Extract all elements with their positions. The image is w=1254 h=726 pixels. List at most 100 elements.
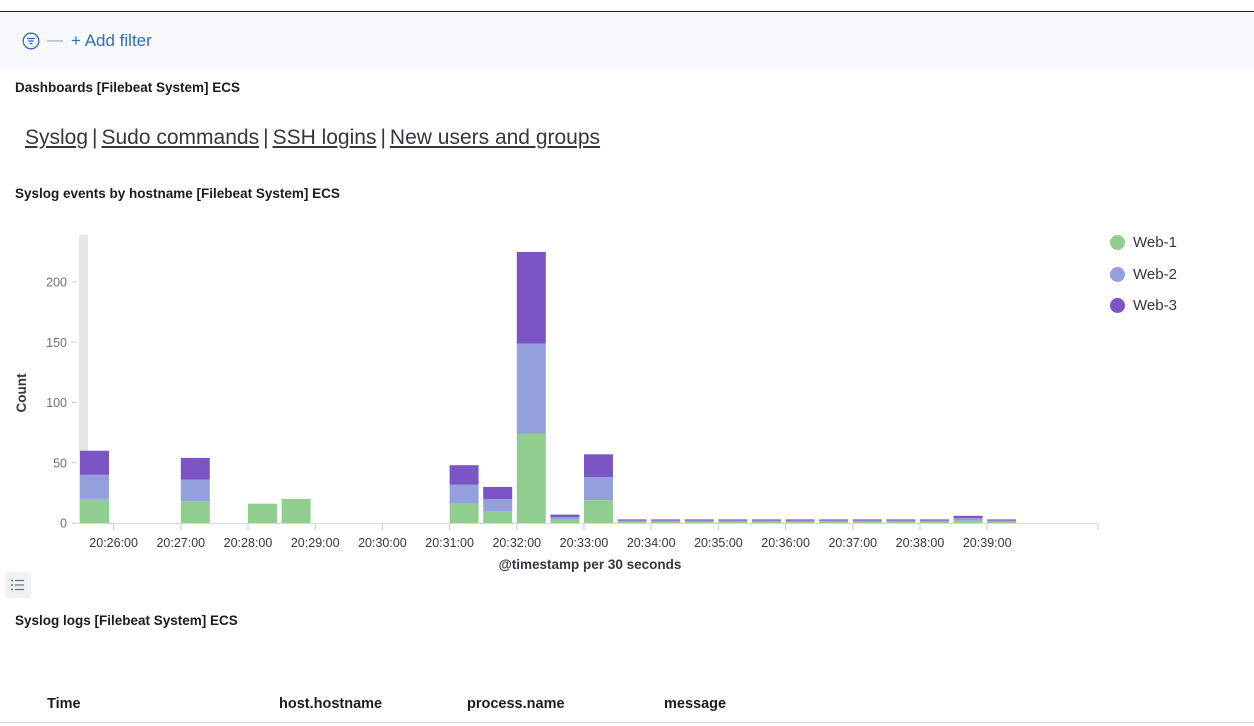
x-tick-label: 20:30:00	[358, 536, 407, 550]
x-tick-label: 20:32:00	[492, 536, 541, 550]
dashboards-panel-title: Dashboards [Filebeat System] ECS	[15, 80, 241, 95]
x-tick-label: 20:31:00	[425, 536, 474, 550]
x-tick-label: 20:39:00	[963, 536, 1012, 550]
chart-bar	[483, 498, 513, 511]
chart-bar	[516, 251, 546, 344]
legend-label: Web-3	[1133, 297, 1177, 315]
link-new-users-and-groups[interactable]: New users and groups	[390, 126, 600, 149]
table-divider	[0, 722, 1254, 723]
filter-separator: —	[47, 32, 63, 49]
legend-label: Web-2	[1133, 265, 1177, 283]
chart-bar	[449, 465, 479, 485]
logs-table-header: Time host.hostname process.name message	[0, 690, 1254, 720]
link-sudo-commands[interactable]: Sudo commands	[102, 126, 260, 149]
x-tick-label: 20:38:00	[896, 536, 945, 550]
chart-bar	[785, 521, 815, 523]
chart-bar	[920, 519, 949, 521]
legend-dot	[1110, 266, 1125, 282]
chart-bar	[550, 519, 580, 523]
chart-bar	[80, 450, 109, 475]
chart-bar	[684, 521, 714, 523]
chart-bar	[550, 514, 580, 517]
chart-bar	[886, 519, 916, 521]
legend-item-web-1[interactable]: Web-1	[1110, 227, 1177, 259]
chart-bar	[483, 510, 513, 523]
chart-bar	[180, 457, 210, 480]
chart-bar	[617, 520, 647, 522]
chart-bar	[516, 343, 546, 434]
x-tick-label: 20:33:00	[560, 536, 609, 550]
chart-bar	[248, 503, 277, 523]
dashboard-links: Syslog | Sudo commands | SSH logins | New user…	[25, 126, 600, 150]
chart-bar	[785, 520, 815, 522]
chart-bar	[819, 519, 849, 521]
chart-bar	[718, 519, 748, 521]
chart-bar	[852, 521, 882, 523]
legend-item-web-3[interactable]: Web-3	[1110, 290, 1177, 322]
chart-bar	[852, 519, 882, 521]
link-ssh-logins[interactable]: SSH logins	[273, 126, 377, 149]
chart-bar	[987, 520, 1017, 522]
column-header-host-hostname[interactable]: host.hostname	[279, 696, 382, 712]
chart-bar	[718, 520, 748, 522]
chart-bar	[651, 521, 681, 523]
chart-bar	[886, 521, 916, 523]
y-tick-label: 100	[46, 396, 67, 410]
chart-bar	[953, 520, 983, 523]
chart-bar	[920, 520, 949, 522]
chart-bar	[987, 521, 1017, 523]
chart-bar	[449, 503, 479, 523]
chart-bar	[651, 519, 681, 521]
x-tick-label: 20:26:00	[89, 536, 138, 550]
chart-bar	[550, 517, 580, 520]
chart-bar	[752, 520, 781, 522]
chart-bar	[584, 454, 613, 478]
x-tick-label: 20:37:00	[828, 536, 877, 550]
column-header-process-name[interactable]: process.name	[467, 696, 565, 712]
chart-bar	[80, 498, 109, 523]
column-header-message[interactable]: message	[664, 696, 726, 712]
chart-bar	[752, 521, 781, 523]
chart-bar	[516, 433, 546, 523]
chart-bar	[483, 486, 513, 499]
chart-bar	[617, 521, 647, 523]
chart-bar	[987, 519, 1017, 521]
filter-icon[interactable]	[22, 32, 40, 50]
chart-bar	[180, 479, 210, 502]
chart-bar	[584, 477, 613, 501]
chart-bar	[920, 521, 949, 523]
x-tick-label: 20:35:00	[694, 536, 743, 550]
chart-bar	[180, 501, 210, 523]
y-tick-label: 150	[46, 336, 67, 350]
list-icon[interactable]	[5, 572, 31, 598]
chart-bar	[684, 520, 714, 522]
chart-bar	[651, 520, 681, 522]
filter-bar: — + Add filter	[0, 12, 1254, 70]
chart-bar	[819, 521, 849, 523]
column-header-time[interactable]: Time	[47, 696, 81, 712]
chart-bar	[718, 521, 748, 523]
chart-panel-title: Syslog events by hostname [Filebeat Syst…	[15, 186, 340, 201]
chart-legend: Web-1 Web-2 Web-3	[1110, 227, 1177, 322]
syslog-events-chart: 0 50 100 150 200 Count 20:26:00 20:27:00 20:28:0…	[14, 235, 1099, 572]
chart-bar	[752, 519, 781, 521]
add-filter-button[interactable]: + Add filter	[71, 31, 152, 51]
chart-bar	[852, 520, 882, 522]
legend-dot	[1110, 298, 1125, 314]
link-separator: |	[92, 126, 98, 149]
chart-bar	[449, 484, 479, 504]
legend-dot	[1110, 235, 1125, 251]
x-tick-label: 20:34:00	[627, 536, 676, 550]
y-tick-label: 50	[53, 456, 67, 470]
chart-bar	[281, 498, 311, 523]
chart-bar	[80, 474, 109, 499]
chart-bar	[953, 518, 983, 521]
chart-bar	[785, 519, 815, 521]
link-separator: |	[380, 126, 386, 149]
y-axis-title: Count	[14, 373, 29, 412]
link-syslog[interactable]: Syslog	[25, 126, 88, 149]
chart-bar	[953, 515, 983, 519]
link-separator: |	[263, 126, 269, 149]
x-tick-label: 20:27:00	[156, 536, 205, 550]
legend-item-web-2[interactable]: Web-2	[1110, 259, 1177, 291]
